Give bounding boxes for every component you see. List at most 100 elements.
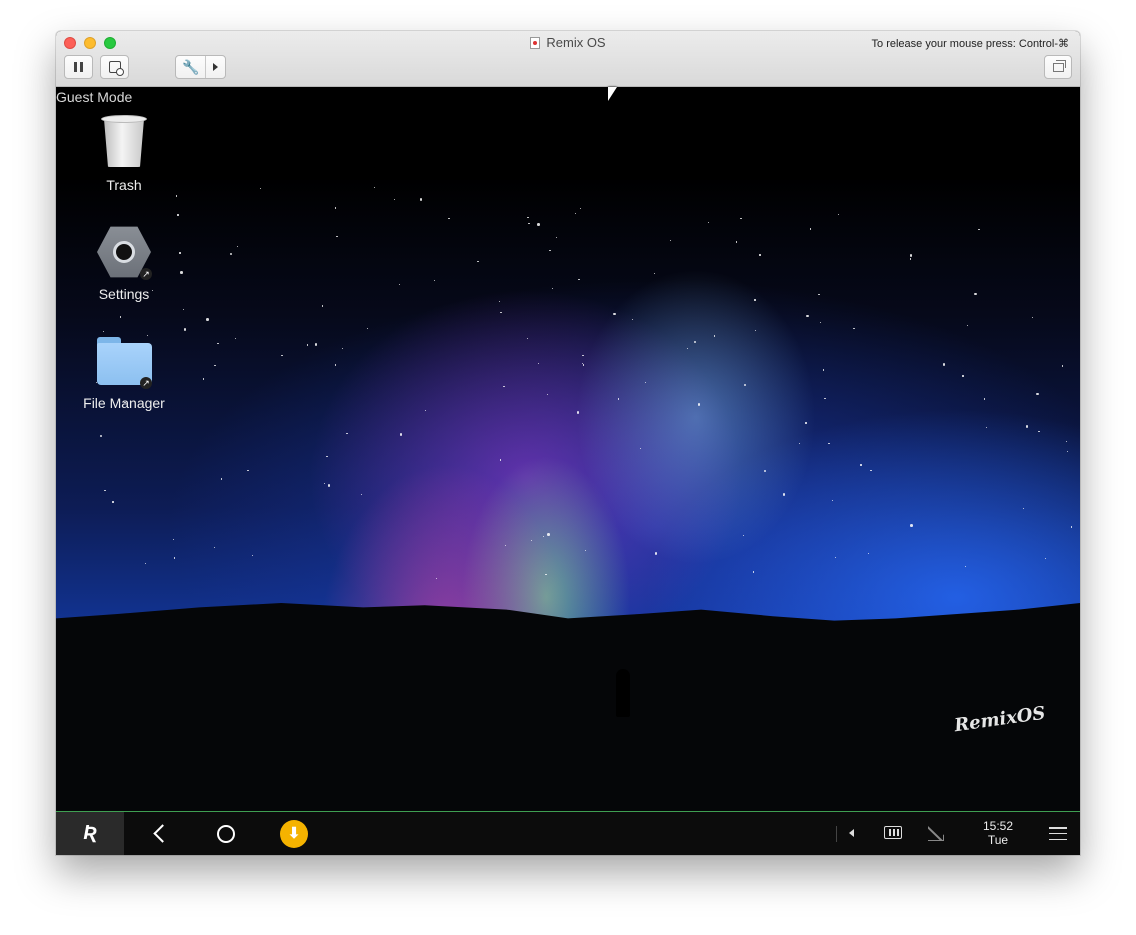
- wallpaper-star: [214, 364, 216, 366]
- desktop-icon-file-manager[interactable]: ↗ File Manager: [69, 331, 179, 411]
- desktop-icon-trash[interactable]: Trash: [69, 113, 179, 193]
- wallpaper-star: [104, 489, 106, 491]
- wallpaper-star: [860, 464, 862, 466]
- keyboard-icon[interactable]: [884, 826, 902, 839]
- wallpaper-star: [798, 442, 800, 444]
- wallpaper-star: [551, 287, 553, 289]
- pause-button[interactable]: [64, 55, 93, 79]
- tray-expand-icon[interactable]: [849, 829, 854, 837]
- settings-icon: ↗: [94, 222, 154, 282]
- wallpaper-star: [177, 214, 179, 216]
- restore-window-icon: [1052, 59, 1066, 72]
- shortcut-arrow-icon: ↗: [140, 268, 152, 280]
- wallpaper-star: [247, 469, 249, 472]
- wallpaper-star: [853, 327, 855, 329]
- wallpaper-star: [306, 344, 309, 346]
- wallpaper-star: [220, 478, 222, 480]
- wallpaper-star: [910, 524, 913, 527]
- wallpaper-star: [183, 328, 187, 331]
- clock-time: 15:52: [982, 819, 1014, 833]
- taskbar: Ʀ ⬇ 15:52 Tue: [56, 811, 1080, 855]
- wallpaper-star: [754, 299, 756, 301]
- wallpaper-star: [314, 343, 318, 346]
- wallpaper-star: [336, 235, 338, 238]
- release-mouse-hint: To release your mouse press: Control-⌘: [871, 38, 1069, 50]
- desktop-icon-settings[interactable]: ↗ Settings: [69, 222, 179, 302]
- wallpaper-star: [341, 347, 343, 350]
- wallpaper-star: [537, 223, 540, 226]
- wallpaper-star: [498, 300, 500, 303]
- trash-icon: [94, 113, 154, 173]
- wallpaper-star: [112, 501, 114, 503]
- wallpaper-star: [740, 217, 742, 219]
- desktop-icon-label: Settings: [98, 286, 150, 302]
- guest-mode-label: Guest Mode: [56, 89, 133, 105]
- vm-window: Remix OS To release your mouse press: Co…: [56, 31, 1080, 855]
- wallpaper-star: [909, 258, 911, 260]
- wallpaper-star: [809, 228, 811, 230]
- download-notification-button[interactable]: ⬇: [272, 812, 316, 855]
- tray-divider: [836, 826, 837, 842]
- mouse-pointer-icon: [608, 87, 617, 101]
- wallpaper-person-silhouette: [616, 669, 630, 717]
- wallpaper-star: [547, 533, 550, 536]
- wallpaper-star: [942, 363, 946, 366]
- wallpaper-star: [713, 335, 716, 337]
- signal-icon[interactable]: [928, 826, 944, 841]
- wallpaper-star: [537, 362, 539, 365]
- wallpaper-star: [477, 260, 479, 262]
- wallpaper-star: [549, 249, 551, 251]
- home-button[interactable]: [204, 812, 248, 855]
- wallpaper-star: [448, 217, 450, 220]
- wallpaper-star: [424, 409, 427, 411]
- pause-icon: [74, 62, 83, 72]
- wallpaper-star: [399, 433, 403, 436]
- wallpaper-star: [119, 316, 121, 318]
- remix-desktop[interactable]: RemixOS Guest Mode Trash ↗ Settings ↗ Fi…: [56, 87, 1080, 811]
- folder-icon: ↗: [94, 331, 154, 391]
- start-button[interactable]: Ʀ: [56, 812, 124, 855]
- desktop-icon-label: Trash: [106, 177, 142, 193]
- wallpaper-star: [1036, 392, 1039, 396]
- vm-settings-button[interactable]: 🔧: [175, 55, 226, 79]
- wallpaper-star: [334, 207, 337, 209]
- dropdown-arrow-icon[interactable]: [206, 63, 225, 71]
- remix-start-icon: Ʀ: [83, 822, 97, 844]
- wallpaper-star: [180, 271, 183, 274]
- back-button[interactable]: [137, 812, 181, 855]
- wallpaper-star: [1066, 450, 1068, 452]
- wrench-icon: 🔧: [176, 56, 207, 78]
- notification-menu-icon[interactable]: [1049, 827, 1067, 840]
- wallpaper-star: [206, 318, 209, 321]
- wallpaper-star: [805, 422, 807, 424]
- back-arrow-icon: [152, 824, 172, 843]
- wallpaper-star: [581, 362, 584, 364]
- window-title-text: Remix OS: [546, 35, 606, 50]
- restore-window-button[interactable]: [1044, 55, 1072, 79]
- wallpaper-star: [321, 305, 323, 307]
- wallpaper-star: [179, 252, 181, 254]
- wallpaper-star: [545, 573, 547, 576]
- wallpaper-star: [962, 375, 964, 377]
- wallpaper-star: [574, 212, 576, 214]
- clock-day: Tue: [987, 833, 1009, 847]
- wallpaper-star: [1038, 430, 1040, 432]
- wallpaper-mountains: [56, 603, 1080, 811]
- taskbar-clock[interactable]: 15:52 Tue: [968, 819, 1028, 847]
- wallpaper-star: [1061, 365, 1064, 367]
- wallpaper-star: [576, 411, 580, 414]
- wallpaper-star: [985, 426, 987, 428]
- shortcut-arrow-icon: ↗: [140, 377, 152, 389]
- home-circle-icon: [217, 824, 235, 843]
- wallpaper-star: [759, 254, 761, 256]
- wallpaper-star: [818, 293, 820, 295]
- title-bar[interactable]: Remix OS To release your mouse press: Co…: [56, 31, 1080, 87]
- vm-document-icon: [530, 37, 541, 49]
- wallpaper-star: [584, 549, 587, 551]
- snapshot-icon: [108, 61, 124, 76]
- download-icon: ⬇: [280, 819, 308, 848]
- snapshot-button[interactable]: [100, 55, 129, 79]
- wallpaper-star: [822, 369, 825, 371]
- wallpaper-star: [707, 221, 709, 223]
- wallpaper-star: [202, 378, 205, 380]
